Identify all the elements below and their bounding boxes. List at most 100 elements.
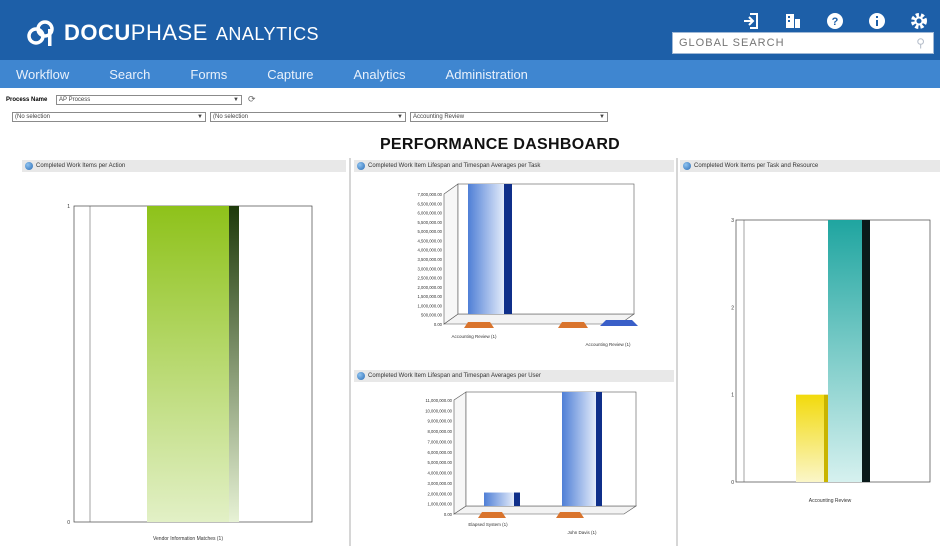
- sign-out-icon[interactable]: [730, 8, 772, 34]
- panel-globe-icon: [683, 162, 691, 170]
- filter-one-value: (No selection: [15, 114, 51, 120]
- y-tick-label: 4,500,000.00: [418, 238, 443, 243]
- y-tick-label: 11,000,000.00: [426, 398, 453, 403]
- panel-globe-icon: [25, 162, 33, 170]
- search-icon[interactable]: ⚲: [916, 36, 925, 50]
- global-search-box[interactable]: ⚲: [672, 32, 934, 54]
- y-tick-label: 2: [731, 305, 734, 311]
- y-tick-label: 3,000,000.00: [428, 481, 453, 486]
- y-tick-label: 500,000.00: [421, 313, 443, 318]
- y-tick-label: 1,000,000.00: [418, 303, 443, 308]
- bar-side: [229, 206, 239, 522]
- bar-orange: [464, 322, 494, 328]
- panel-divider: [676, 158, 678, 546]
- logo-bold: DOCU: [64, 20, 131, 45]
- chevron-down-icon: ▼: [599, 114, 605, 120]
- y-tick-label: 4,000,000.00: [418, 248, 443, 253]
- y-tick-label: 5,000,000.00: [428, 460, 453, 465]
- bar-yellow: [796, 394, 824, 482]
- y-tick-label: 1: [67, 204, 70, 210]
- y-tick-label: 7,000,000.00: [418, 192, 443, 197]
- y-tick-label: 6,500,000.00: [418, 201, 443, 206]
- global-search-input[interactable]: [679, 37, 899, 49]
- mid-top-chart: 0.00 500,000.00 1,000,000.00 1,500,000.00 2,…: [418, 183, 638, 347]
- y-tick-label: 2,000,000.00: [418, 285, 443, 290]
- y-tick-label: 0.00: [434, 322, 443, 327]
- panel-globe-icon: [357, 162, 365, 170]
- nav-forms[interactable]: Forms: [190, 67, 227, 82]
- docuphase-logo-icon: [26, 18, 56, 48]
- filter-three-select[interactable]: Accounting Review ▼: [410, 112, 608, 122]
- x-tick-label: Accounting Review (1): [585, 342, 631, 347]
- logo-suffix: ANALYTICS: [215, 24, 320, 44]
- y-tick-label: 2,000,000.00: [428, 491, 453, 496]
- x-tick-label: John Davis (1): [567, 530, 597, 535]
- docuphase-logo[interactable]: DOCUPHASE ANALYTICS: [26, 18, 319, 48]
- bar-orange: [558, 322, 588, 328]
- logo-thin: PHASE: [130, 20, 208, 45]
- y-tick-label: 3,000,000.00: [418, 266, 443, 271]
- building-icon[interactable]: [772, 8, 814, 34]
- bar-blue-flat: [600, 320, 638, 326]
- nav-workflow[interactable]: Workflow: [16, 67, 69, 82]
- chevron-down-icon: ▼: [197, 114, 203, 120]
- y-tick-label: 7,000,000.00: [428, 439, 453, 444]
- y-tick-label: 5,500,000.00: [418, 220, 443, 225]
- mid-bottom-panel-title: Completed Work Item Lifespan and Timespa…: [368, 373, 541, 379]
- left-panel-title: Completed Work Items per Action: [36, 163, 126, 169]
- y-tick-label: 3: [731, 218, 734, 224]
- filter-three-value: Accounting Review: [413, 114, 465, 120]
- nav-administration[interactable]: Administration: [446, 67, 528, 82]
- left-panel-header: Completed Work Items per Action: [22, 160, 346, 172]
- app-header: DOCUPHASE ANALYTICS ? ⚲: [0, 0, 940, 60]
- mid-top-panel-title: Completed Work Item Lifespan and Timespa…: [368, 163, 541, 169]
- y-tick-label: 1: [731, 393, 734, 399]
- chevron-down-icon: ▼: [233, 97, 239, 103]
- panel-globe-icon: [357, 372, 365, 380]
- gear-icon[interactable]: [898, 8, 940, 34]
- bar-blue-side: [514, 492, 520, 506]
- y-tick-label: 8,000,000.00: [428, 429, 453, 434]
- process-name-select[interactable]: AP Process ▼: [56, 95, 242, 105]
- y-tick-label: 6,000,000.00: [418, 211, 443, 216]
- main-nav: Workflow Search Forms Capture Analytics …: [0, 60, 940, 88]
- header-icon-bar: ?: [730, 8, 940, 34]
- help-icon[interactable]: ?: [814, 8, 856, 34]
- filter-two-select[interactable]: (No selection ▼: [210, 112, 406, 122]
- y-tick-label: 9,000,000.00: [428, 419, 453, 424]
- x-tick-label: Accounting Review: [809, 498, 852, 504]
- chart-side-wall: [453, 391, 467, 515]
- y-tick-label: 4,000,000.00: [428, 471, 453, 476]
- info-icon[interactable]: [856, 8, 898, 34]
- right-chart: 0 1 2 3 Accounting Review: [731, 218, 931, 504]
- bar: [147, 206, 229, 522]
- filter-one-select[interactable]: (No selection ▼: [12, 112, 206, 122]
- filter-bar: Process Name AP Process ▼ ⟳ (No selectio…: [0, 88, 940, 138]
- process-name-value: AP Process: [59, 97, 91, 103]
- chart-floor: [453, 505, 637, 515]
- x-tick-label: Vendor Information Matches (1): [153, 536, 223, 542]
- bar-blue-side: [504, 184, 512, 314]
- mid-bottom-panel-header: Completed Work Item Lifespan and Timespa…: [354, 370, 674, 382]
- right-panel-header: Completed Work Items per Task and Resour…: [680, 160, 940, 172]
- nav-analytics[interactable]: Analytics: [354, 67, 406, 82]
- y-tick-label: 5,000,000.00: [418, 229, 443, 234]
- bar-blue-side: [596, 392, 602, 506]
- bar-teal: [828, 220, 862, 482]
- y-tick-label: 6,000,000.00: [428, 450, 453, 455]
- process-name-label: Process Name: [6, 97, 48, 103]
- y-tick-label: 0: [67, 520, 70, 526]
- bar-yellow-side: [824, 394, 828, 482]
- y-tick-label: 1,500,000.00: [418, 294, 443, 299]
- bar-blue: [562, 392, 596, 506]
- refresh-icon[interactable]: ⟳: [248, 94, 256, 105]
- bar-teal-side: [862, 220, 870, 482]
- y-tick-label: 1,000,000.00: [428, 502, 453, 507]
- left-chart: 0 1 Vendor Information Matches (1): [67, 204, 313, 542]
- y-tick-label: 3,500,000.00: [418, 257, 443, 262]
- nav-search[interactable]: Search: [109, 67, 150, 82]
- y-tick-label: 0: [731, 480, 734, 486]
- mid-bottom-chart: 0.00 1,000,000.00 2,000,000.00 3,000,000.00…: [425, 391, 637, 535]
- nav-capture[interactable]: Capture: [267, 67, 313, 82]
- panel-divider: [349, 158, 351, 546]
